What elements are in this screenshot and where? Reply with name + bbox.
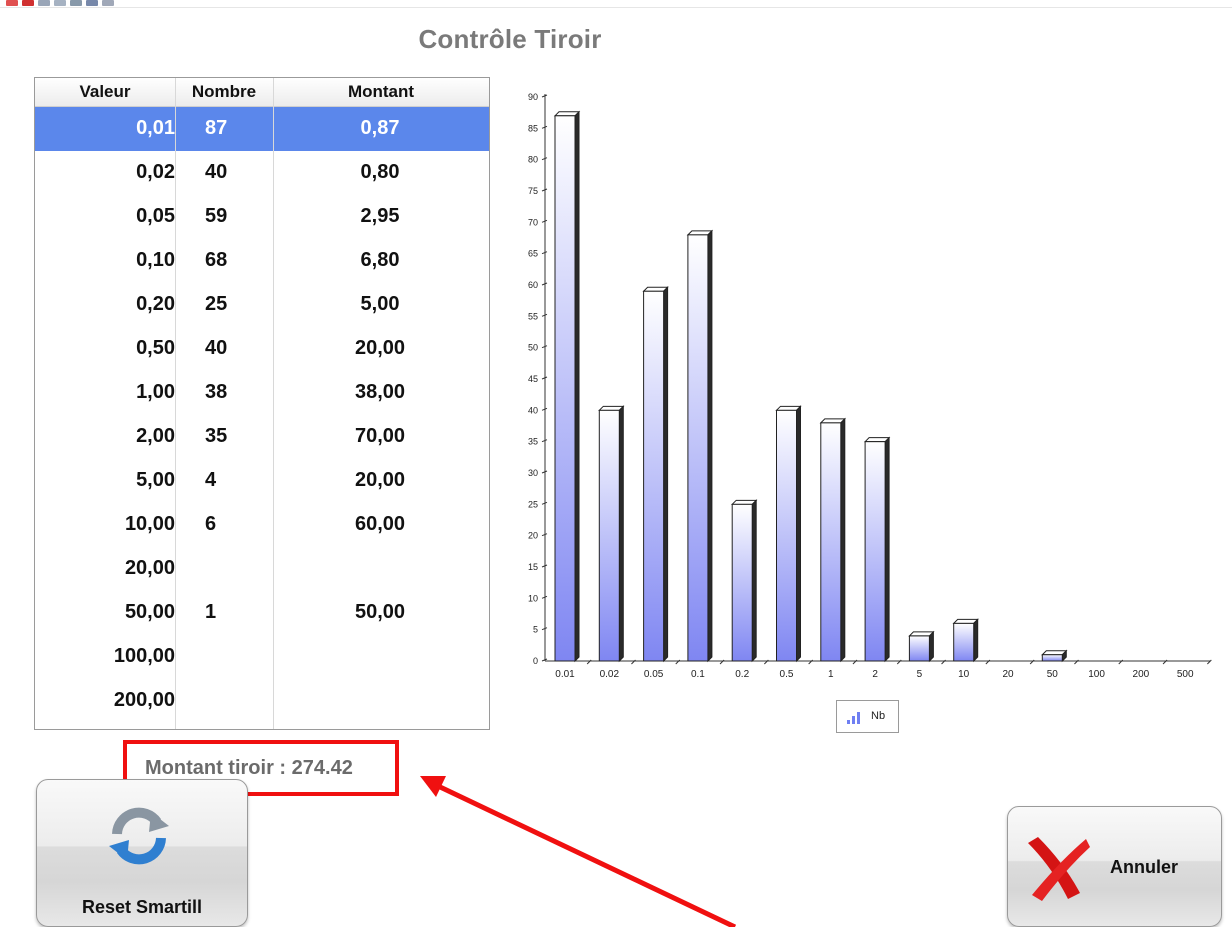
annotation-arrow <box>420 776 737 927</box>
